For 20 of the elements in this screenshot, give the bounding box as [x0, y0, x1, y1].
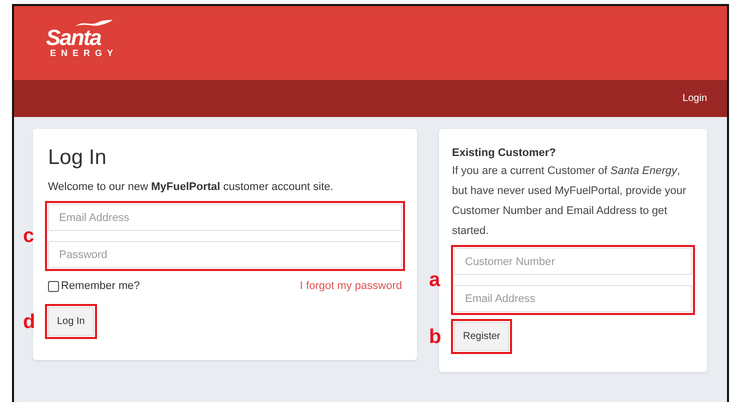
input-field[interactable]: Password	[48, 241, 402, 268]
remember-checkbox[interactable]: Remember me?	[48, 280, 140, 292]
card-title: Log In	[48, 146, 108, 170]
logo-name: Santa	[46, 28, 101, 48]
submit-button[interactable]: Log In	[48, 307, 94, 336]
nav-link[interactable]: Login	[682, 93, 707, 104]
intro-text: Welcome to our new MyFuelPortal customer account site.	[48, 181, 334, 193]
submit-button[interactable]: Register	[454, 322, 510, 351]
annotation-label: a	[429, 270, 440, 290]
forgot-password-link[interactable]: I forgot my password	[300, 280, 402, 292]
logo-tagline: ENERGY	[50, 48, 118, 59]
annotation-label: c	[23, 226, 34, 246]
logo-swoosh-icon	[74, 18, 114, 28]
card-heading: Existing Customer?	[452, 147, 557, 159]
input-field[interactable]: Email Address	[454, 285, 692, 312]
annotation-label: d	[23, 312, 36, 332]
annotation-label: b	[429, 326, 442, 346]
input-field[interactable]: Email Address	[48, 204, 402, 231]
input-field[interactable]: Customer Number	[454, 248, 692, 275]
info-text: If you are a current Customer of Santa Energy, but have never used MyFuelPortal, provide your Customer Number and Email Address to get started.	[452, 164, 688, 239]
